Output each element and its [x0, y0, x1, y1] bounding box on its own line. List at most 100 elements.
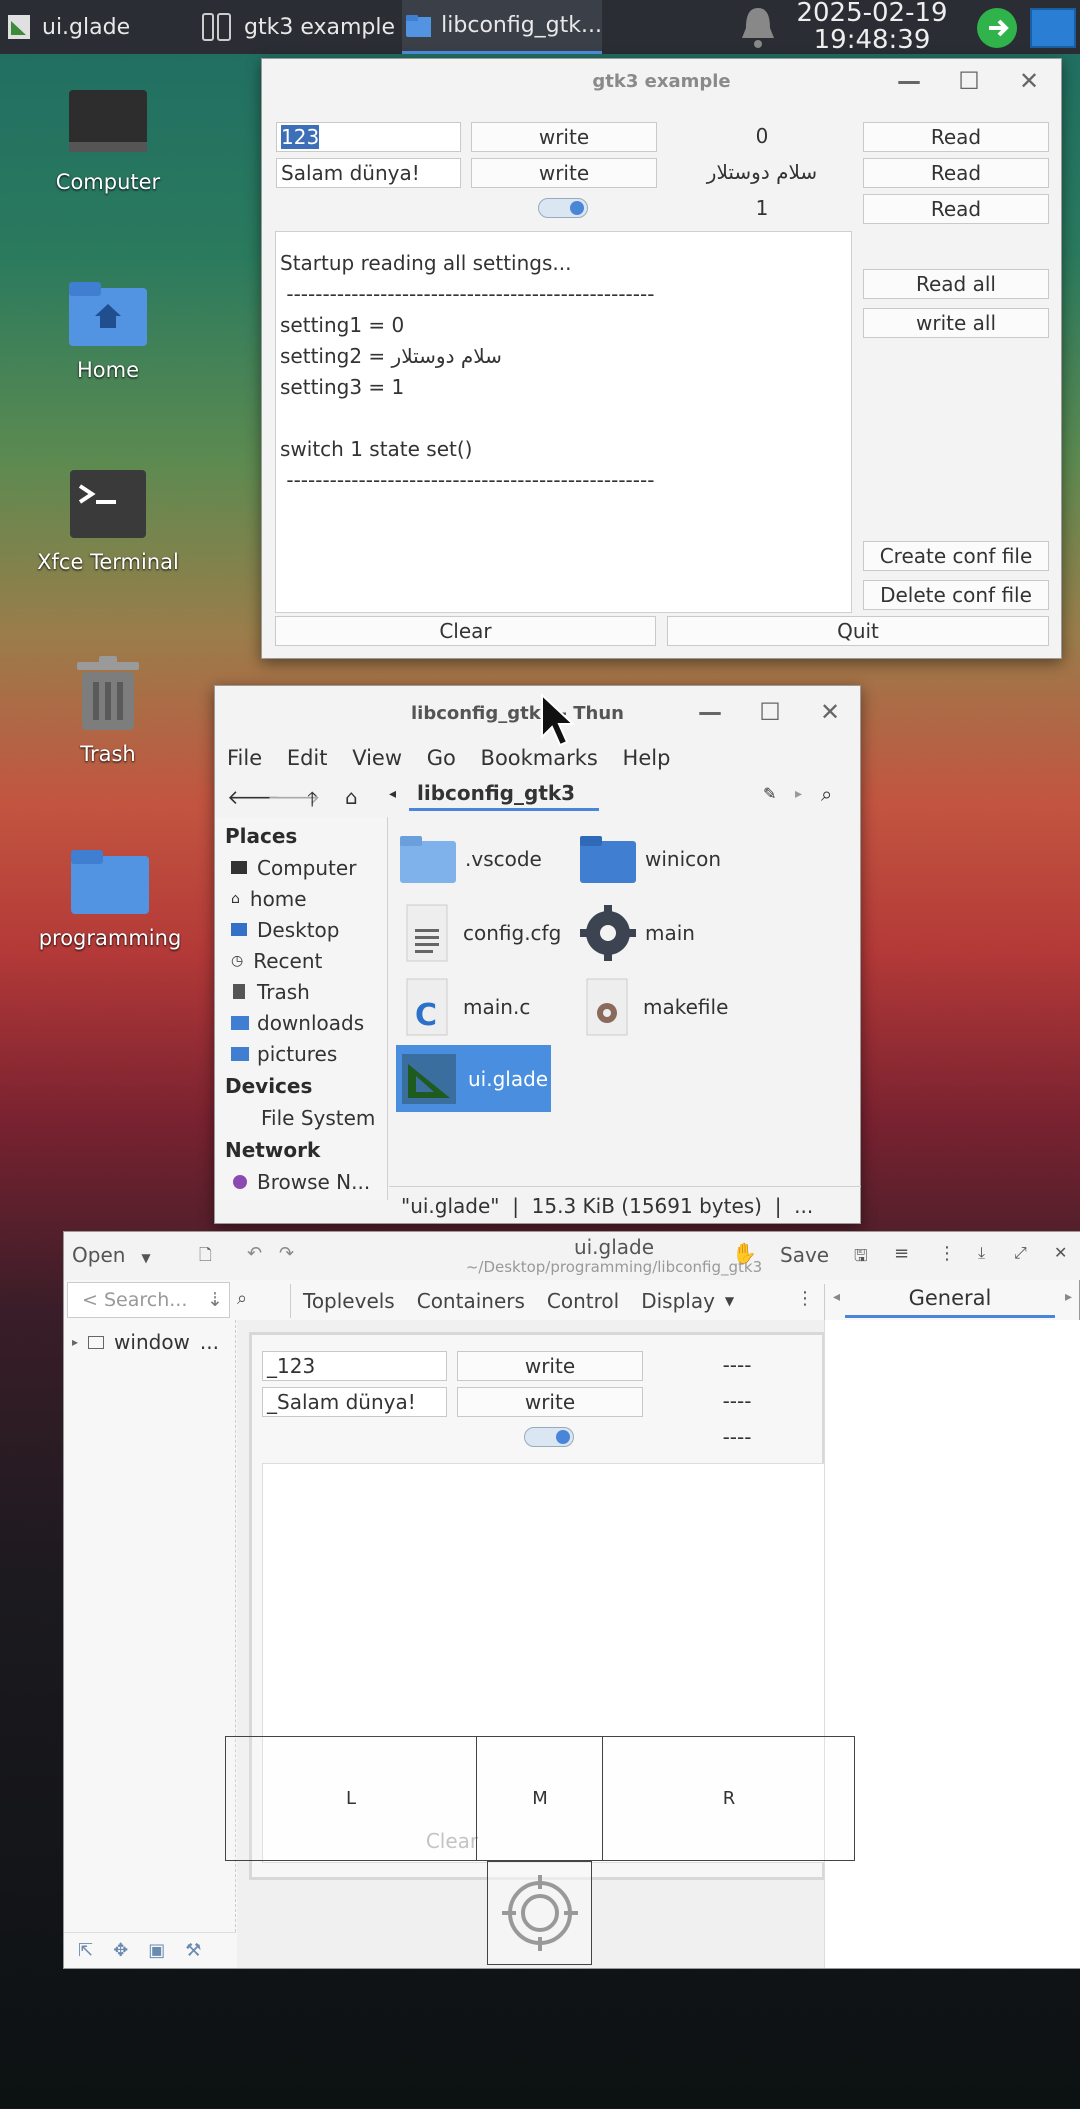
file-item[interactable]: main: [579, 898, 737, 968]
task-libconfig[interactable]: libconfig_gtk...: [402, 0, 602, 54]
path-left-icon[interactable]: ◂: [389, 786, 396, 802]
file-item[interactable]: C main.c: [399, 972, 557, 1042]
tab-right-icon[interactable]: ▸: [1065, 1289, 1072, 1305]
open-button[interactable]: Open ▼: [72, 1243, 151, 1267]
edit-location-icon[interactable]: ✎: [763, 784, 776, 803]
new-file-icon[interactable]: 🗋: [199, 1244, 212, 1271]
window-titlebar[interactable]: libconfig_gtk3 - Thun — ☐ ✕: [215, 686, 860, 740]
tab-containers[interactable]: Containers: [417, 1289, 525, 1313]
preview-write-button-2[interactable]: write: [457, 1387, 643, 1417]
read-all-button[interactable]: Read all: [863, 269, 1049, 299]
dock-icon[interactable]: ⤓: [978, 1243, 985, 1263]
sidebar-item-browse-network[interactable]: Browse N...: [225, 1166, 387, 1197]
clock[interactable]: 2025-02-19 19:48:39: [782, 0, 962, 54]
maximize-icon[interactable]: ☐: [755, 698, 785, 728]
tab-general[interactable]: General: [845, 1286, 1055, 1318]
search-icon[interactable]: ⌕: [237, 1288, 247, 1309]
log-textview[interactable]: Startup reading all settings... --------…: [275, 231, 852, 613]
window-titlebar[interactable]: gtk3 example — ☐ ✕: [262, 59, 1061, 103]
menu-help[interactable]: Help: [623, 746, 671, 770]
right-mouse-button[interactable]: R: [604, 1737, 854, 1860]
search-icon[interactable]: ⌕: [821, 782, 832, 806]
sort-icon[interactable]: ⇣: [207, 1283, 223, 1317]
close-icon[interactable]: ✕: [1014, 67, 1044, 97]
left-mouse-button[interactable]: L: [226, 1737, 477, 1860]
write-button-2[interactable]: write: [471, 158, 657, 188]
menu-go[interactable]: Go: [427, 746, 456, 770]
chevron-down-icon[interactable]: ▼: [725, 1294, 734, 1308]
margin-edit-icon[interactable]: ▣: [148, 1940, 165, 1961]
inspector-icon[interactable]: ✋: [732, 1241, 757, 1265]
workspace-switcher[interactable]: [1030, 8, 1076, 48]
menu-edit[interactable]: Edit: [287, 746, 328, 770]
tab-control[interactable]: Control: [547, 1289, 619, 1313]
read-button-2[interactable]: Read: [863, 158, 1049, 188]
pointer-icon[interactable]: ⇱: [78, 1940, 93, 1961]
quit-button[interactable]: Quit: [667, 616, 1049, 646]
tab-display[interactable]: Display: [641, 1289, 715, 1313]
desktop-icon-trash[interactable]: Trash: [28, 654, 188, 766]
notification-bell-icon[interactable]: [736, 4, 780, 50]
tab-left-icon[interactable]: ◂: [833, 1289, 840, 1305]
desktop-icon-terminal[interactable]: Xfce Terminal: [28, 468, 188, 574]
redo-icon[interactable]: ↷: [279, 1243, 294, 1264]
more-icon[interactable]: ⋮: [938, 1243, 956, 1264]
sidebar-item-computer[interactable]: Computer: [225, 852, 387, 883]
preview-switch[interactable]: [524, 1427, 574, 1447]
undo-icon[interactable]: ↶: [247, 1243, 262, 1264]
setting1-entry[interactable]: 123: [276, 122, 461, 152]
search-input[interactable]: < Search... ⇣: [67, 1282, 230, 1318]
read-button-1[interactable]: Read: [863, 122, 1049, 152]
minimize-icon[interactable]: —: [695, 698, 725, 728]
align-edit-icon[interactable]: ⚒: [185, 1940, 201, 1961]
more-icon[interactable]: ⋮: [796, 1288, 814, 1309]
desktop-icon-programming[interactable]: programming: [30, 846, 190, 950]
sidebar-item-desktop[interactable]: Desktop: [225, 914, 387, 945]
maximize-icon[interactable]: ☐: [954, 67, 984, 97]
home-icon[interactable]: ⌂: [345, 785, 358, 809]
read-button-3[interactable]: Read: [863, 194, 1049, 224]
desktop-icon-computer[interactable]: Computer: [28, 88, 188, 194]
file-item[interactable]: winicon: [579, 824, 737, 894]
save-as-icon[interactable]: 🖫: [854, 1245, 868, 1272]
write-all-button[interactable]: write all: [863, 308, 1049, 338]
close-icon[interactable]: ✕: [815, 698, 845, 728]
clear-button[interactable]: Clear: [275, 616, 656, 646]
crosshair-target[interactable]: [487, 1861, 592, 1965]
expander-icon[interactable]: ▸: [72, 1335, 78, 1349]
drag-resize-icon[interactable]: ✥: [113, 1940, 128, 1961]
session-logout-icon[interactable]: [975, 6, 1019, 50]
sidebar-item-trash[interactable]: Trash: [225, 976, 387, 1007]
delete-conf-button[interactable]: Delete conf file: [863, 580, 1049, 610]
menu-lines-icon[interactable]: ≡: [894, 1243, 909, 1264]
menu-view[interactable]: View: [352, 746, 402, 770]
file-item[interactable]: config.cfg: [399, 898, 579, 968]
preview-entry-1[interactable]: _123: [262, 1351, 447, 1381]
tree-item-window[interactable]: ▸ window ...: [72, 1330, 219, 1354]
tab-toplevels[interactable]: Toplevels: [303, 1289, 395, 1313]
minimize-icon[interactable]: —: [894, 67, 924, 97]
file-item[interactable]: .vscode: [399, 824, 557, 894]
setting3-switch[interactable]: [538, 198, 588, 218]
save-button[interactable]: Save: [780, 1243, 829, 1267]
sidebar-item-downloads[interactable]: downloads: [225, 1007, 387, 1038]
location-button[interactable]: libconfig_gtk3: [409, 781, 599, 811]
menu-file[interactable]: File: [227, 746, 262, 770]
preview-entry-2[interactable]: _Salam dünya!: [262, 1387, 447, 1417]
path-right-icon[interactable]: ▸: [795, 786, 802, 802]
task-ui-glade[interactable]: ui.glade: [6, 0, 186, 54]
sidebar-item-filesystem[interactable]: File System: [225, 1102, 387, 1133]
setting2-entry[interactable]: Salam dünya!: [276, 158, 461, 188]
create-conf-button[interactable]: Create conf file: [863, 541, 1049, 571]
task-gtk3-example[interactable]: gtk3 example: [200, 0, 400, 54]
sidebar-item-pictures[interactable]: pictures: [225, 1038, 387, 1069]
file-item[interactable]: makefile: [579, 972, 749, 1042]
up-icon[interactable]: 🡑: [307, 785, 317, 819]
fullscreen-icon[interactable]: ⤢: [1014, 1243, 1027, 1263]
middle-mouse-button[interactable]: M: [478, 1737, 603, 1860]
preview-write-button-1[interactable]: write: [457, 1351, 643, 1381]
sidebar-item-home[interactable]: ⌂ home: [225, 883, 387, 914]
desktop-icon-home[interactable]: Home: [28, 278, 188, 382]
file-item-selected[interactable]: ui.glade: [396, 1045, 551, 1112]
close-icon[interactable]: ✕: [1054, 1243, 1067, 1262]
